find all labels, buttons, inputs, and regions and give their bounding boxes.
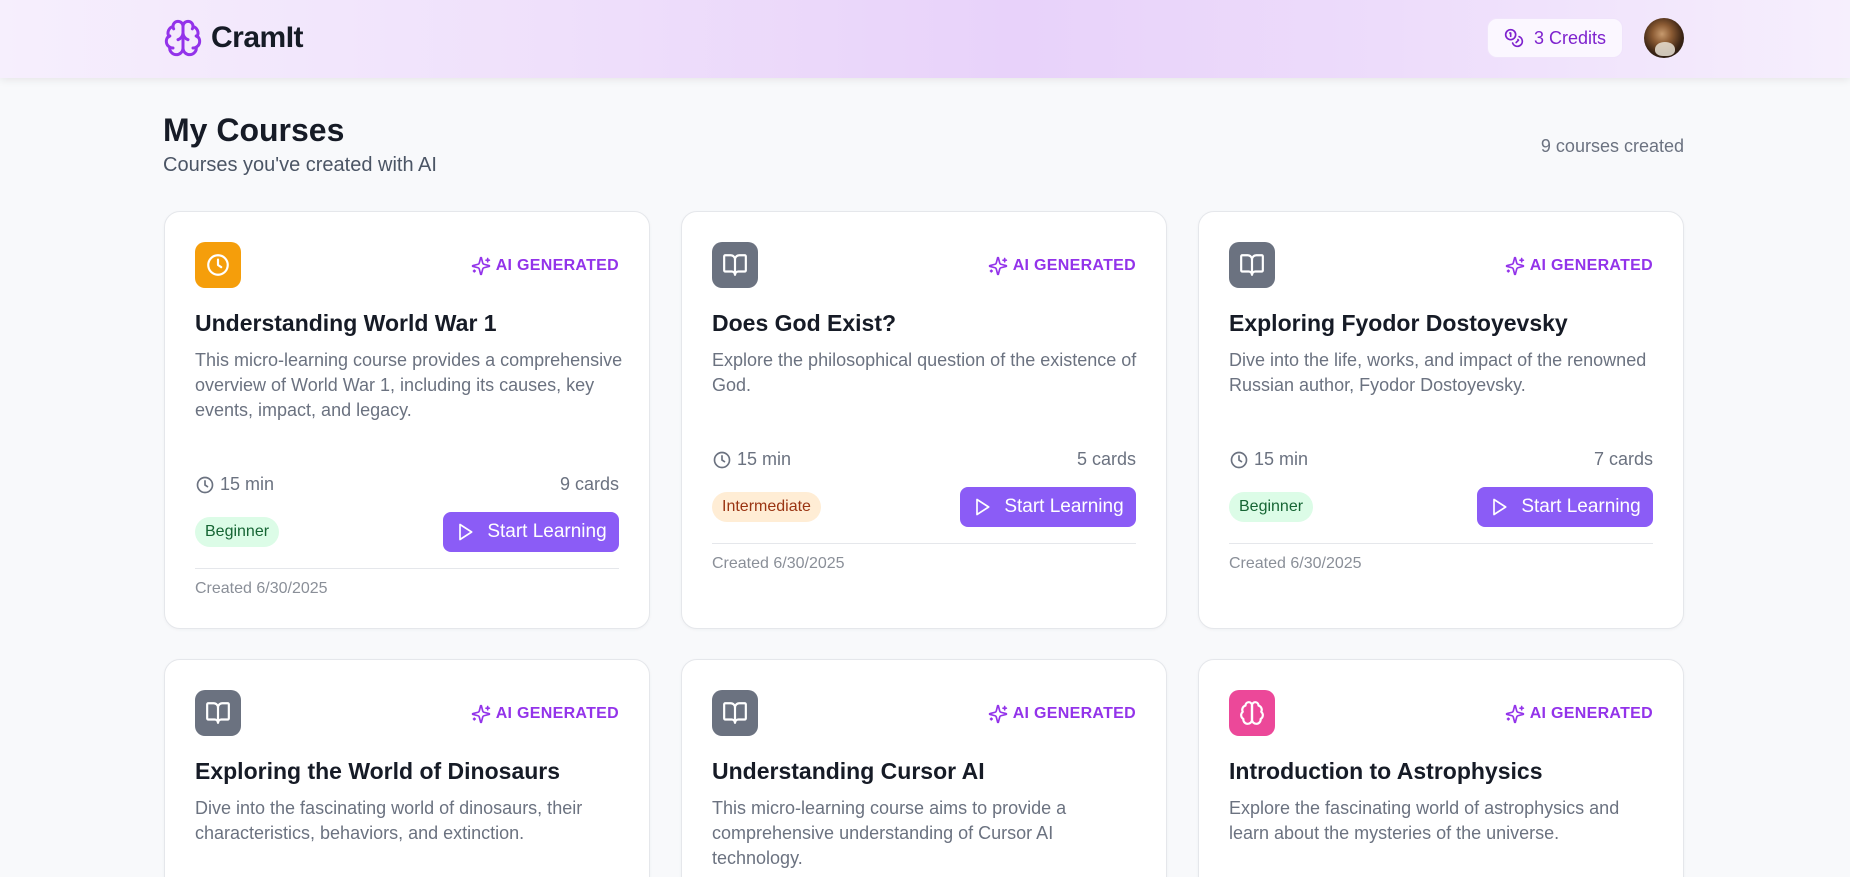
course-card[interactable]: AI GENERATED Understanding Cursor AI Thi…	[681, 659, 1167, 877]
card-count: 7 cards	[1593, 449, 1653, 469]
clock-icon	[195, 242, 241, 288]
page-subtitle: Courses you've created with AI	[163, 154, 437, 176]
book-icon	[195, 690, 241, 736]
level-badge: Beginner	[195, 517, 280, 547]
course-card[interactable]: AI GENERATED Exploring Fyodor Dostoyevsk…	[1198, 211, 1684, 629]
course-duration: 15 min	[1229, 449, 1308, 470]
ai-generated-badge: AI GENERATED	[471, 256, 619, 276]
course-title: Introduction to Astrophysics	[1229, 758, 1543, 784]
ai-generated-badge: AI GENERATED	[471, 704, 619, 724]
start-learning-button[interactable]: Start Learning	[1477, 487, 1653, 527]
card-count: 9 cards	[559, 474, 619, 494]
page-title: My Courses	[163, 112, 345, 148]
start-learning-button[interactable]: Start Learning	[443, 512, 619, 552]
course-title: Understanding Cursor AI	[712, 758, 985, 784]
play-icon	[1493, 498, 1507, 516]
course-description: Explore the fascinating world of astroph…	[1229, 798, 1620, 843]
ai-generated-badge: AI GENERATED	[1505, 704, 1653, 724]
course-description: Explore the philosophical question of th…	[712, 350, 1137, 395]
course-description: This micro-learning course aims to provi…	[712, 798, 1067, 868]
ai-generated-badge: AI GENERATED	[988, 704, 1136, 724]
sparkles-icon	[471, 256, 490, 276]
course-description: This micro-learning course provides a co…	[195, 350, 623, 420]
sparkles-icon	[1505, 704, 1524, 724]
book-icon	[712, 242, 758, 288]
user-avatar[interactable]	[1644, 18, 1684, 58]
card-count: 5 cards	[1076, 449, 1136, 469]
brain-icon	[1229, 690, 1275, 736]
clock-icon	[196, 476, 214, 493]
level-badge: Intermediate	[712, 492, 821, 522]
divider	[712, 543, 1136, 544]
book-icon	[1229, 242, 1275, 288]
coins-icon	[1504, 28, 1524, 48]
sparkles-icon	[1505, 256, 1524, 276]
created-date: Created 6/30/2025	[712, 555, 845, 572]
created-date: Created 6/30/2025	[1229, 555, 1362, 572]
course-title: Exploring the World of Dinosaurs	[195, 758, 561, 784]
course-duration: 15 min	[712, 449, 791, 470]
course-description: Dive into the life, works, and impact of…	[1229, 350, 1647, 395]
course-card[interactable]: AI GENERATED Does God Exist? Explore the…	[681, 211, 1167, 629]
course-count: 9 courses created	[1540, 136, 1684, 156]
clock-icon	[1230, 451, 1248, 468]
course-meta: 15 min 9 cards	[195, 474, 619, 495]
start-learning-button[interactable]: Start Learning	[960, 487, 1136, 527]
sparkles-icon	[471, 704, 490, 724]
created-date: Created 6/30/2025	[195, 580, 328, 597]
course-description: Dive into the fascinating world of dinos…	[195, 798, 583, 843]
course-title: Understanding World War 1	[195, 310, 497, 336]
sparkles-icon	[988, 704, 1007, 724]
divider	[195, 568, 619, 569]
course-meta: 15 min 5 cards	[712, 449, 1136, 470]
course-card[interactable]: AI GENERATED Understanding World War 1 T…	[164, 211, 650, 629]
sparkles-icon	[988, 256, 1007, 276]
course-title: Does God Exist?	[712, 310, 897, 336]
ai-generated-badge: AI GENERATED	[988, 256, 1136, 276]
credits-button[interactable]: 3 Credits	[1487, 18, 1623, 58]
credits-label: 3 Credits	[1533, 27, 1607, 48]
ai-generated-badge: AI GENERATED	[1505, 256, 1653, 276]
course-duration: 15 min	[195, 474, 274, 495]
play-icon	[976, 498, 990, 516]
brain-icon	[164, 19, 202, 57]
level-badge: Beginner	[1229, 492, 1314, 522]
course-title: Exploring Fyodor Dostoyevsky	[1229, 310, 1568, 336]
course-meta: 15 min 7 cards	[1229, 449, 1653, 470]
top-header: CramIt 3 Credits	[0, 0, 1850, 78]
play-icon	[459, 523, 473, 541]
course-card[interactable]: AI GENERATED Exploring the World of Dino…	[164, 659, 650, 877]
app-name: CramIt	[211, 21, 304, 54]
book-icon	[712, 690, 758, 736]
clock-icon	[713, 451, 731, 468]
app-logo[interactable]: CramIt	[163, 18, 304, 58]
divider	[1229, 543, 1653, 544]
course-card[interactable]: AI GENERATED Introduction to Astrophysic…	[1198, 659, 1684, 877]
